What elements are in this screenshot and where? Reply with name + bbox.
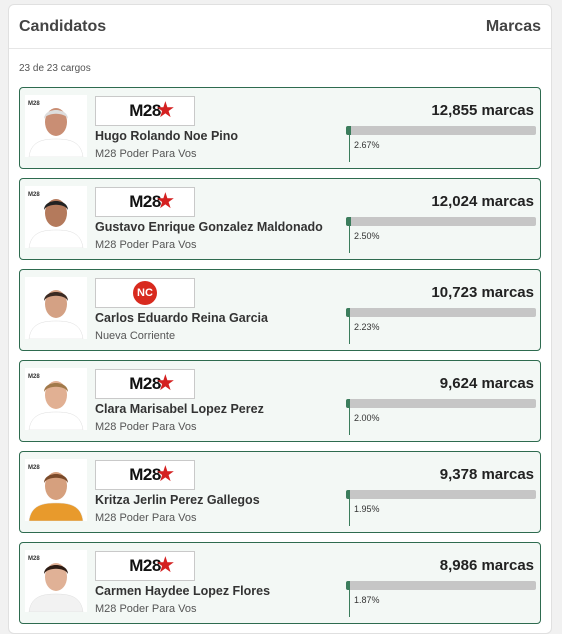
percent-marker [349,126,350,162]
portrait-icon [25,277,87,339]
positions-count: 23 de 23 cargos [19,63,91,74]
m28-mini-logo: M28 [28,374,40,380]
m28-logo-mark: M28 ★ [129,552,175,577]
vote-share-bar [346,126,536,135]
candidate-name: Carlos Eduardo Reina Garcia [95,311,268,325]
party-logo: NC [95,278,195,308]
candidate-photo: M28 [25,368,87,430]
candidate-marks: 9,624 marcas [439,375,534,392]
candidate-card[interactable]: NC Carlos Eduardo Reina Garcia Nueva Cor… [19,269,541,351]
candidate-name: Kritza Jerlin Perez Gallegos [95,493,260,507]
candidate-percent: 2.67% [354,140,380,150]
vote-share-bar [346,308,536,317]
panel-title: Candidatos [19,17,107,35]
percent-marker [349,399,350,435]
candidate-list: M28 M28 ★ Hugo Rolando Noe Pino M28 Poder… [19,87,541,633]
percent-marker [349,490,350,526]
candidate-photo [25,277,87,339]
star-icon: ★ [155,461,176,486]
m28-logo-mark: M28 ★ [129,370,175,395]
candidate-name: Hugo Rolando Noe Pino [95,129,239,143]
marks-column-label: Marcas [485,17,541,35]
candidate-marks: 12,024 marcas [431,193,534,210]
party-logo: M28 ★ [95,460,195,490]
candidate-name: Clara Marisabel Lopez Perez [95,402,264,416]
star-icon: ★ [155,97,176,122]
percent-marker [349,217,350,253]
candidate-photo: M28 [25,95,87,157]
candidates-panel: Candidatos Marcas 23 de 23 cargos M28 M2… [8,4,552,634]
candidate-photo: M28 [25,550,87,612]
candidate-card[interactable]: M28 M28 ★ Gustavo Enrique Gonzalez Maldon… [19,178,541,260]
candidate-card[interactable]: M28 M28 ★ Hugo Rolando Noe Pino M28 Poder… [19,87,541,169]
candidate-percent: 1.87% [354,595,380,605]
candidate-party: M28 Poder Para Vos [95,421,197,433]
party-logo: M28 ★ [95,369,195,399]
candidate-card[interactable]: M28 M28 ★ Kritza Jerlin Perez Gallegos M2… [19,451,541,533]
candidate-party: M28 Poder Para Vos [95,148,197,160]
candidate-marks: 8,986 marcas [439,557,534,574]
vote-share-bar [346,217,536,226]
m28-mini-logo: M28 [28,465,40,471]
vote-share-bar [346,399,536,408]
candidate-party: M28 Poder Para Vos [95,603,197,615]
percent-marker [349,308,350,344]
candidate-party: M28 Poder Para Vos [95,512,197,524]
m28-mini-logo: M28 [28,192,40,198]
candidate-marks: 12,855 marcas [431,102,534,119]
candidate-party: M28 Poder Para Vos [95,239,197,251]
candidate-percent: 1.95% [354,504,380,514]
m28-logo-mark: M28 ★ [129,461,175,486]
candidate-card[interactable]: M28 M28 ★ Clara Marisabel Lopez Perez M28… [19,360,541,442]
candidate-percent: 2.00% [354,413,380,423]
candidate-card[interactable]: M28 M28 ★ Carmen Haydee Lopez Flores M28 … [19,542,541,624]
candidate-photo: M28 [25,459,87,521]
panel-header: Candidatos Marcas [9,5,551,49]
party-logo: M28 ★ [95,187,195,217]
m28-mini-logo: M28 [28,556,40,562]
candidate-marks: 9,378 marcas [439,466,534,483]
vote-share-bar [346,581,536,590]
star-icon: ★ [155,552,176,577]
candidate-name: Gustavo Enrique Gonzalez Maldonado [95,220,323,234]
nueva-corriente-logo-mark: NC [133,281,157,305]
m28-logo-mark: M28 ★ [129,188,175,213]
party-logo: M28 ★ [95,551,195,581]
star-icon: ★ [155,370,176,395]
m28-mini-logo: M28 [28,101,40,107]
party-logo: M28 ★ [95,96,195,126]
vote-share-bar [346,490,536,499]
m28-logo-mark: M28 ★ [129,97,175,122]
candidate-party: Nueva Corriente [95,330,176,342]
candidate-percent: 2.23% [354,322,380,332]
candidate-marks: 10,723 marcas [431,284,534,301]
candidate-photo: M28 [25,186,87,248]
candidate-percent: 2.50% [354,231,380,241]
star-icon: ★ [155,188,176,213]
candidate-name: Carmen Haydee Lopez Flores [95,584,271,598]
percent-marker [349,581,350,617]
